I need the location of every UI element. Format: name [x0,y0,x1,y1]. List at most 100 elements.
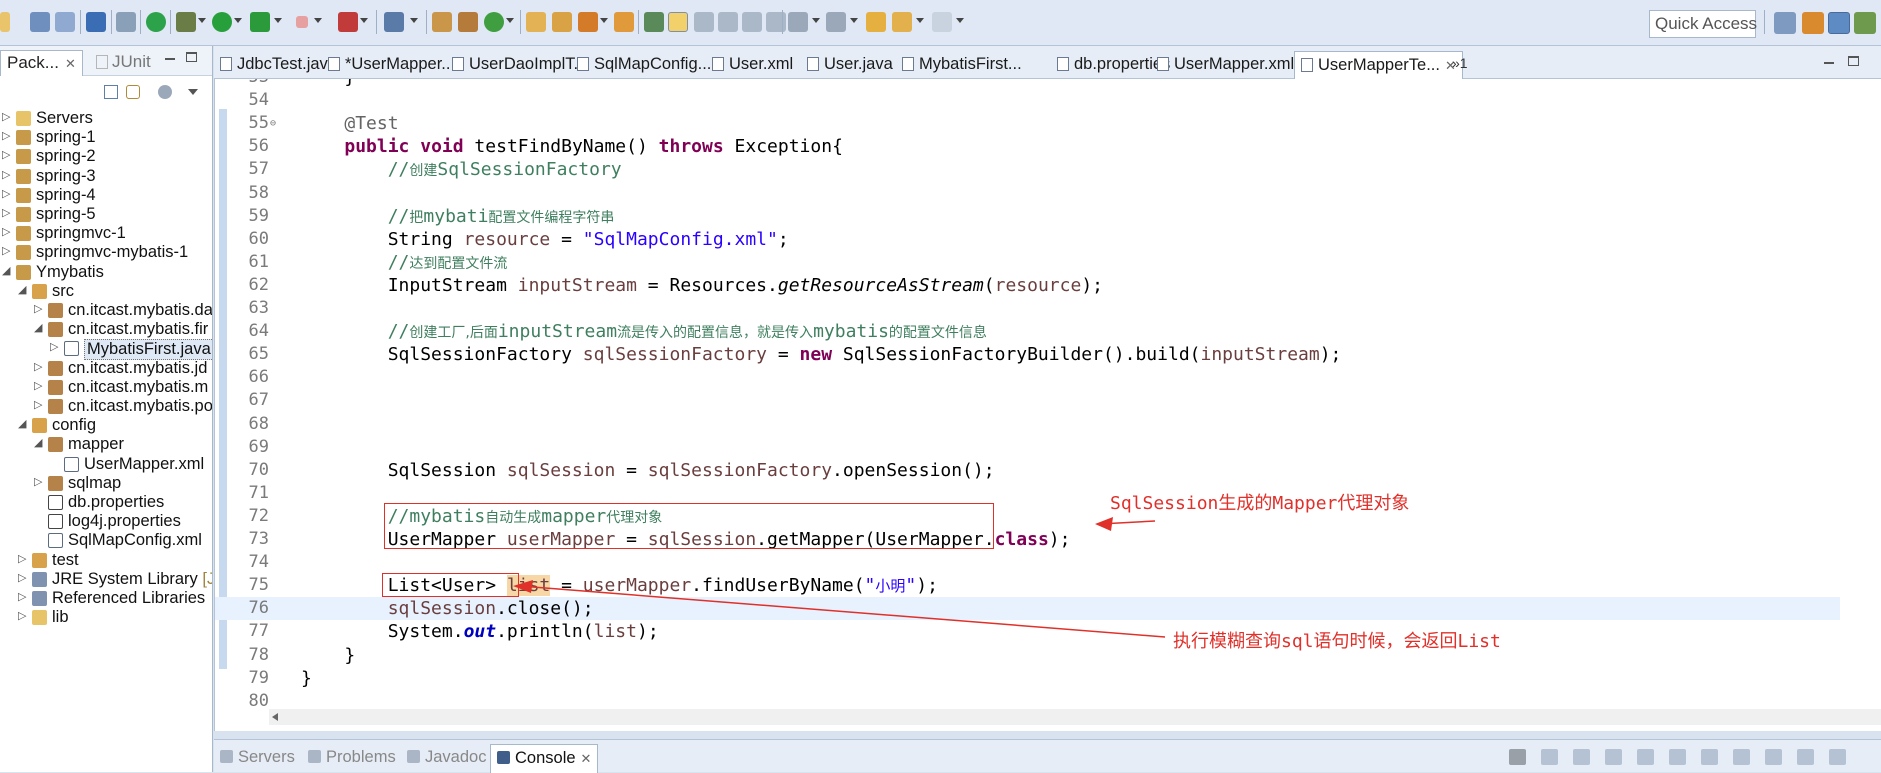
tab-junit[interactable]: JUnit [90,50,157,76]
java-ee-perspective-icon[interactable] [1802,12,1824,34]
collapsed-twisty-icon[interactable]: ▷ [34,398,42,411]
collapse-all-icon[interactable] [104,85,118,99]
stop-icon[interactable] [296,16,308,28]
next-annotation-dropdown-icon[interactable] [812,18,820,23]
prev-annotation-icon[interactable] [826,12,846,32]
tree-item[interactable]: ▷ lib [0,607,212,629]
save-all-icon[interactable] [55,12,75,32]
skip-breakpoints-icon[interactable] [116,12,136,32]
collapsed-twisty-icon[interactable]: ▷ [2,168,10,181]
debug-perspective-icon[interactable] [1854,12,1876,34]
bottom-tab[interactable]: Console ✕ [490,744,599,773]
close-icon[interactable]: ✕ [65,56,76,71]
maximize-icon[interactable] [1829,749,1846,765]
clear-console-icon[interactable] [1637,749,1654,765]
remove-launch-icon[interactable] [1541,749,1558,765]
external-tools-dropdown-icon[interactable] [360,18,368,23]
maximize-icon[interactable] [1848,56,1859,66]
expanded-twisty-icon[interactable]: ◢ [18,283,26,296]
launch-icon[interactable] [578,12,598,32]
editor-tab[interactable]: User.java [801,51,899,79]
minimize-icon[interactable] [1824,62,1834,64]
collapsed-twisty-icon[interactable]: ▷ [18,552,26,565]
tab-package-explorer[interactable]: Pack... ✕ [0,50,83,76]
expanded-twisty-icon[interactable]: ◢ [34,436,42,449]
tab-overflow-button[interactable]: »1 [1452,55,1468,71]
view-menu-icon[interactable] [188,89,198,95]
editor-tab[interactable]: MybatisFirst... [896,51,1028,79]
collapsed-twisty-icon[interactable]: ▷ [34,302,42,315]
editor-tab[interactable]: User.xml [706,51,799,79]
block-selection-icon[interactable] [694,12,714,32]
bottom-tab[interactable]: Javadoc [401,744,492,773]
open-type-icon[interactable] [86,12,106,32]
run-dropdown-icon[interactable] [234,18,242,23]
editor-tab[interactable]: UserMapper.xml [1151,51,1300,79]
terminate-icon[interactable] [1509,749,1526,765]
minimize-icon[interactable] [165,58,175,60]
prev-annotation-dropdown-icon[interactable] [850,18,858,23]
collapsed-twisty-icon[interactable]: ▷ [50,340,58,353]
bottom-tab[interactable]: Problems [302,744,402,773]
collapsed-twisty-icon[interactable]: ▷ [2,244,10,257]
launch-dropdown-icon[interactable] [600,18,608,23]
word-wrap-icon[interactable] [766,12,786,32]
collapsed-twisty-icon[interactable]: ▷ [2,110,10,123]
editor-tab[interactable]: SqlMapConfig... [571,51,717,79]
open-task-icon[interactable] [614,12,634,32]
last-edit-location-icon[interactable] [866,12,886,32]
save-icon[interactable] [30,12,50,32]
coverage-dropdown-icon[interactable] [274,18,282,23]
expanded-twisty-icon[interactable]: ◢ [34,321,42,334]
bottom-tab[interactable]: Servers [214,744,301,773]
expanded-twisty-icon[interactable]: ◢ [18,417,26,430]
minimize-icon[interactable] [1797,749,1814,765]
run-icon[interactable] [212,12,232,32]
debug-icon[interactable] [176,12,196,32]
display-console-icon[interactable] [1701,749,1718,765]
forward-dropdown-icon[interactable] [956,18,964,23]
mark-occurrences-icon[interactable] [668,12,688,32]
coverage-icon[interactable] [250,12,270,32]
scroll-lock-icon[interactable] [1605,749,1622,765]
editor-tab[interactable]: *UserMapper.... [322,51,466,79]
external-tools-icon[interactable] [338,12,358,32]
collapsed-twisty-icon[interactable]: ▷ [2,187,10,200]
horizontal-scrollbar[interactable] [269,709,1881,725]
collapsed-twisty-icon[interactable]: ▷ [18,609,26,622]
back-icon[interactable] [892,12,912,32]
open-file-icon[interactable] [552,12,572,32]
code-editor[interactable]: 53 }5455⊖ @Test56 public void testFindBy… [214,79,1881,731]
maximize-icon[interactable] [186,52,197,62]
collapsed-twisty-icon[interactable]: ▷ [18,590,26,603]
collapsed-twisty-icon[interactable]: ▷ [2,129,10,142]
server-start-icon[interactable] [146,12,166,32]
scroll-left-icon[interactable] [272,713,278,721]
remove-all-icon[interactable] [1573,749,1590,765]
quick-access-input[interactable]: Quick Access [1649,10,1757,38]
java-perspective-icon[interactable] [1828,12,1850,34]
view-menu-icon[interactable] [1765,749,1782,765]
collapsed-twisty-icon[interactable]: ▷ [2,206,10,219]
show-whitespace-icon[interactable] [718,12,738,32]
collapsed-twisty-icon[interactable]: ▷ [2,148,10,161]
new-class-icon[interactable] [484,12,504,32]
new-class-dropdown-icon[interactable] [506,18,514,23]
focus-on-task-icon[interactable] [158,85,172,99]
close-icon[interactable]: ✕ [581,751,592,766]
open-console-icon[interactable] [1733,749,1750,765]
toggle-breadcrumb-icon[interactable] [644,12,664,32]
search-icon[interactable] [384,12,404,32]
search-dropdown-icon[interactable] [410,18,418,23]
open-folder-icon[interactable] [526,12,546,32]
next-annotation-icon[interactable] [788,12,808,32]
pin-console-icon[interactable] [1669,749,1686,765]
toggle-comment-icon[interactable] [742,12,762,32]
expanded-twisty-icon[interactable]: ◢ [2,264,10,277]
collapsed-twisty-icon[interactable]: ▷ [2,225,10,238]
forward-icon[interactable] [932,12,952,32]
debug-dropdown-icon[interactable] [198,18,206,23]
back-dropdown-icon[interactable] [916,18,924,23]
collapsed-twisty-icon[interactable]: ▷ [18,571,26,584]
stop-dropdown-icon[interactable] [314,18,322,23]
